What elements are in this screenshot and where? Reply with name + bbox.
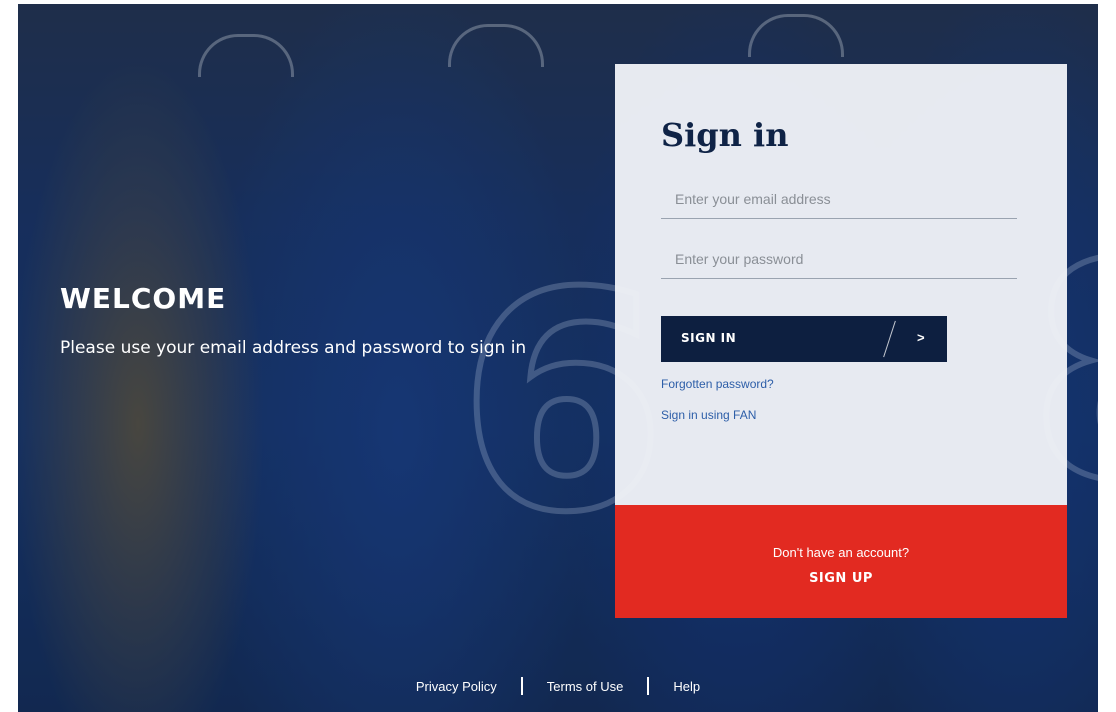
- hanger-shape: [448, 24, 544, 67]
- slash-divider: [883, 320, 896, 358]
- welcome-subtitle: Please use your email address and passwo…: [60, 338, 527, 358]
- welcome-title: WELCOME: [60, 282, 227, 315]
- privacy-policy-link[interactable]: Privacy Policy: [402, 679, 511, 694]
- hanger-shape: [748, 14, 844, 57]
- fan-signin-link[interactable]: Sign in using FAN: [661, 408, 756, 422]
- hanger-shape: [198, 34, 294, 77]
- footer-divider: [647, 677, 650, 695]
- signup-panel: Don't have an account? SIGN UP: [615, 505, 1067, 618]
- signin-button[interactable]: SIGN IN >: [661, 316, 947, 362]
- welcome-block: WELCOME Please use your email address an…: [60, 282, 530, 359]
- chevron-right-icon: >: [917, 330, 925, 345]
- login-form: Sign in SIGN IN > Forgotten password? Si…: [615, 64, 1067, 505]
- footer: Privacy Policy Terms of Use Help: [0, 674, 1116, 698]
- signup-button[interactable]: SIGN UP: [615, 571, 1067, 586]
- email-field[interactable]: [661, 179, 1017, 219]
- background-image: 6 8 WELCOME Please use your email addres…: [18, 4, 1098, 712]
- login-card: Sign in SIGN IN > Forgotten password? Si…: [615, 64, 1067, 618]
- footer-divider: [520, 677, 523, 695]
- signup-prompt: Don't have an account?: [772, 545, 910, 560]
- terms-of-use-link[interactable]: Terms of Use: [533, 679, 638, 694]
- signin-title: Sign in: [661, 116, 789, 154]
- help-link[interactable]: Help: [659, 679, 714, 694]
- password-field[interactable]: [661, 239, 1017, 279]
- forgot-password-link[interactable]: Forgotten password?: [661, 377, 774, 391]
- signin-button-label: SIGN IN: [681, 331, 737, 345]
